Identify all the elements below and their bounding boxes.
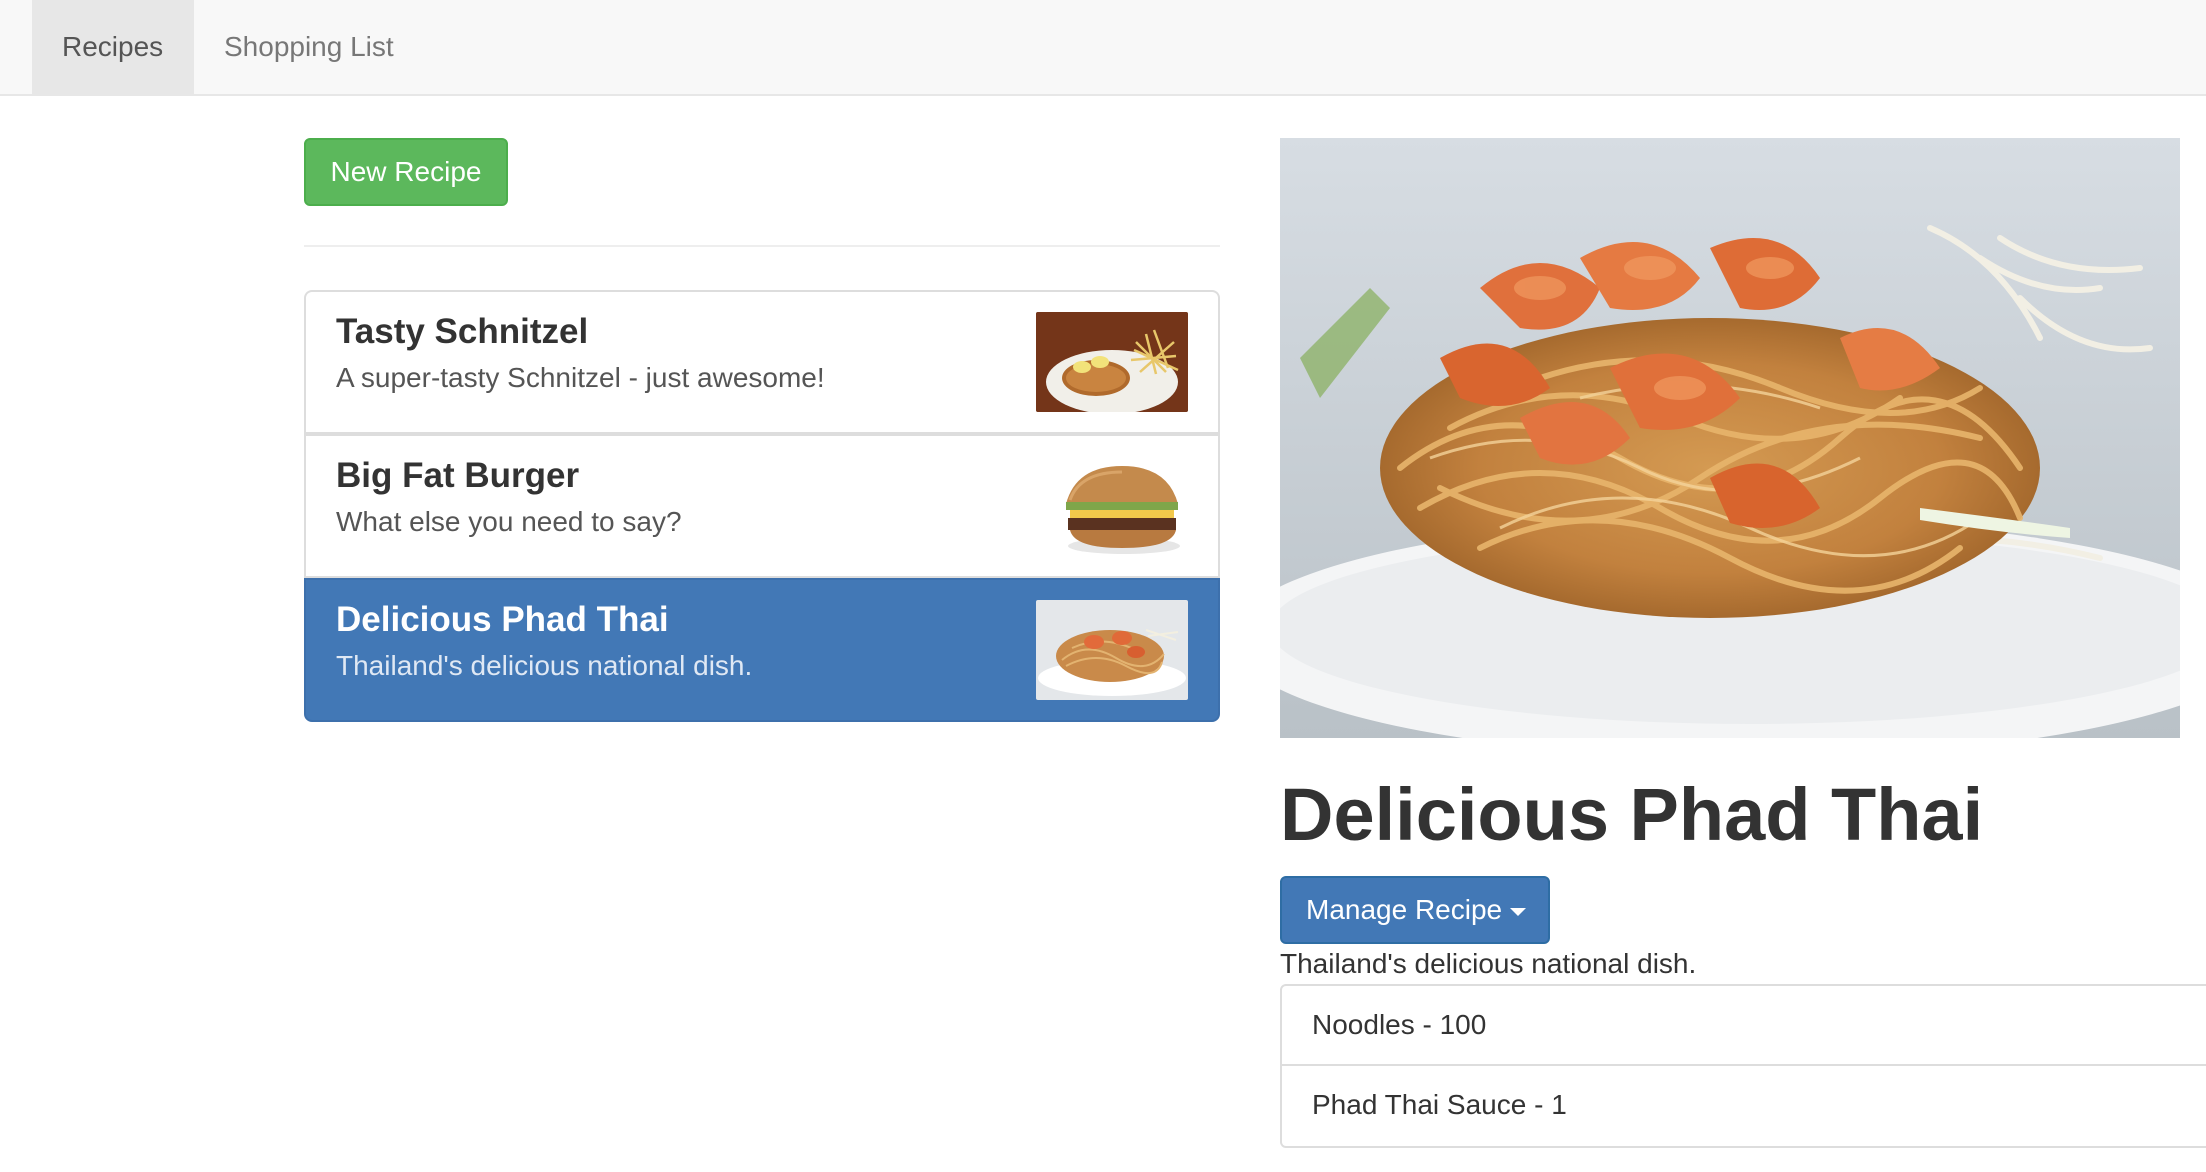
recipe-list-item[interactable]: Tasty Schnitzel A super-tasty Schnitzel … (304, 290, 1220, 434)
recipe-list-item-active[interactable]: Delicious Phad Thai Thailand's delicious… (304, 578, 1220, 722)
recipe-image (1280, 138, 2180, 738)
recipe-item-title: Big Fat Burger (336, 456, 580, 495)
divider (304, 245, 1220, 247)
recipe-item-description: What else you need to say? (336, 506, 682, 537)
manage-recipe-label: Manage Recipe (1306, 894, 1503, 925)
ingredient-item[interactable]: Phad Thai Sauce - 1 (1280, 1066, 2206, 1148)
tab-shopping-list[interactable]: Shopping List (194, 0, 434, 94)
recipe-item-title: Tasty Schnitzel (336, 312, 589, 351)
recipe-description: Thailand's delicious national dish. (1280, 948, 1697, 979)
recipe-title: Delicious Phad Thai (1280, 773, 1984, 856)
recipe-thumbnail-phad-thai (1036, 600, 1188, 700)
tab-recipes[interactable]: Recipes (32, 0, 194, 94)
navbar: k Recipes Shopping List (0, 0, 2206, 96)
new-recipe-button[interactable]: New Recipe (304, 138, 508, 206)
recipe-item-title: Delicious Phad Thai (336, 600, 669, 639)
recipe-thumbnail-burger (1036, 456, 1188, 556)
caret-down-icon (1510, 907, 1527, 916)
recipe-item-description: Thailand's delicious national dish. (336, 650, 753, 681)
recipe-item-description: A super-tasty Schnitzel - just awesome! (336, 362, 825, 393)
ingredient-item[interactable]: Noodles - 100 (1280, 984, 2206, 1066)
recipe-thumbnail-schnitzel (1036, 312, 1188, 412)
recipe-list-item[interactable]: Big Fat Burger What else you need to say… (304, 434, 1220, 578)
manage-recipe-dropdown[interactable]: Manage Recipe (1280, 876, 1550, 944)
